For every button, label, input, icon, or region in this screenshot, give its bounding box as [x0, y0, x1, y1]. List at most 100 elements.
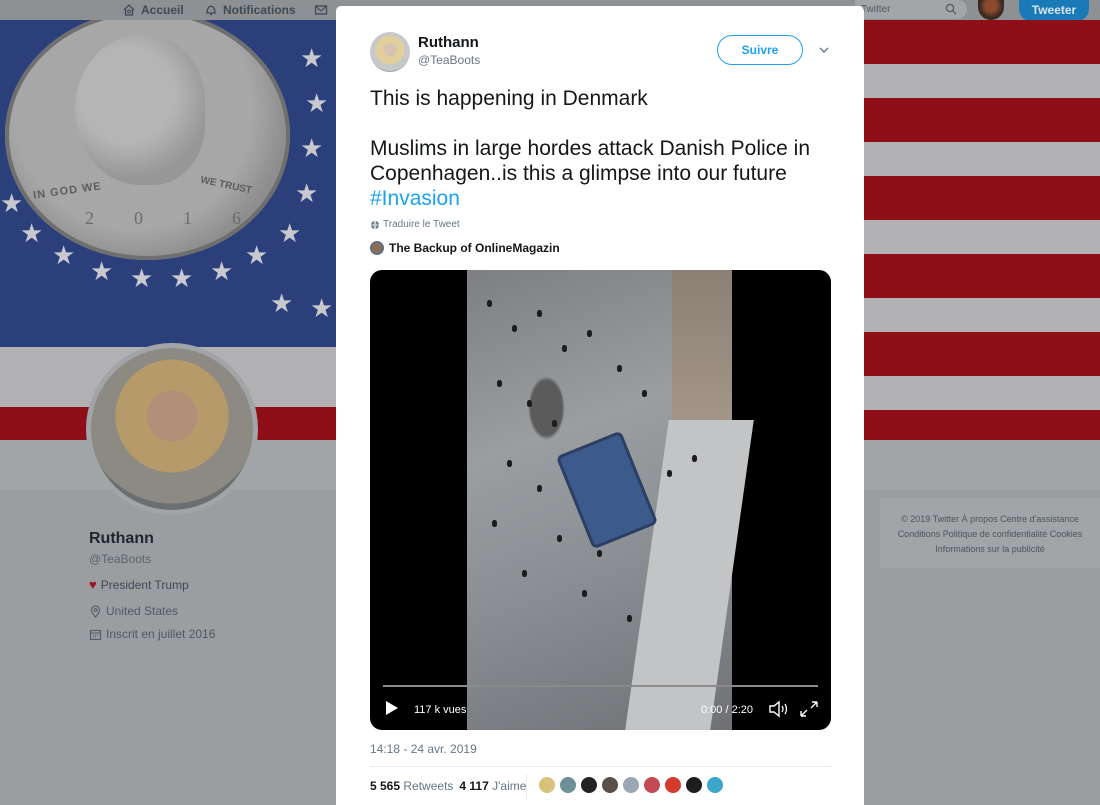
star-icon: ★ — [300, 133, 324, 163]
tweet-author-name[interactable]: Ruthann — [418, 34, 479, 51]
tweet-author-handle[interactable]: @TeaBoots — [418, 53, 480, 67]
nav-notifications[interactable]: Notifications — [204, 1, 296, 19]
star-icon: ★ — [170, 263, 194, 293]
coin-legend-left: IN GOD WE — [32, 180, 103, 202]
likes-label: J'aime — [492, 779, 527, 793]
crowd-figure — [537, 310, 542, 317]
crowd-figure — [582, 590, 587, 597]
calendar-icon — [89, 629, 102, 640]
translate-label: Traduire le Tweet — [383, 219, 460, 230]
liker-avatar[interactable] — [664, 776, 682, 794]
footer-line-1[interactable]: © 2019 Twitter À propos Centre d'assista… — [880, 512, 1100, 527]
crowd-figure — [527, 400, 532, 407]
bell-icon — [206, 5, 216, 16]
star-icon: ★ — [300, 43, 324, 73]
video-views: 117 k vues — [414, 704, 467, 716]
stat-divider — [526, 774, 527, 800]
footer-line-3[interactable]: Informations sur la publicité — [880, 542, 1100, 557]
fullscreen-button[interactable] — [799, 700, 819, 718]
follow-button[interactable]: Suivre — [717, 35, 803, 65]
globe-icon — [371, 220, 379, 230]
source-avatar — [370, 241, 384, 255]
likes-count: 4 117 — [459, 779, 489, 793]
fullscreen-icon — [800, 701, 818, 717]
star-icon: ★ — [245, 240, 269, 270]
tweet-author-avatar[interactable] — [370, 32, 410, 72]
crowd-figure — [587, 330, 592, 337]
profile-location-text: United States — [106, 604, 179, 618]
video-player[interactable]: 117 k vues 0:00 / 2:20 — [370, 270, 831, 730]
video-building — [672, 270, 732, 420]
liker-avatar[interactable] — [685, 776, 703, 794]
crowd-figure — [642, 390, 647, 397]
envelope-icon — [314, 5, 328, 15]
crowd-figure — [692, 455, 697, 462]
retweets-stat[interactable]: 5 565 Retweets — [370, 779, 453, 793]
tweet-text-paragraph-2: Muslims in large hordes attack Danish Po… — [370, 136, 840, 211]
video-frame — [467, 270, 754, 730]
crowd-figure — [522, 570, 527, 577]
crowd-figure — [537, 485, 542, 492]
star-icon: ★ — [90, 256, 114, 286]
crowd-figure — [512, 325, 517, 332]
liker-avatar[interactable] — [559, 776, 577, 794]
hashtag-link[interactable]: #Invasion — [370, 187, 460, 210]
volume-button[interactable] — [768, 700, 790, 718]
tweet-compose-button[interactable]: Tweeter — [1019, 0, 1089, 21]
star-icon: ★ — [0, 188, 24, 218]
liker-avatar[interactable] — [622, 776, 640, 794]
play-button[interactable] — [385, 700, 399, 716]
likes-stat[interactable]: 4 117 J'aime — [459, 779, 526, 793]
liker-avatar[interactable] — [601, 776, 619, 794]
divider — [370, 766, 831, 767]
tweet-date[interactable]: 14:18 - 24 avr. 2019 — [370, 742, 477, 756]
volume-icon — [769, 700, 788, 718]
crowd-figure — [487, 300, 492, 307]
tweet-text-line-2: Muslims in large hordes attack Danish Po… — [370, 137, 811, 185]
search-input[interactable]: Twitter — [855, 0, 967, 19]
tweet-text: This is happening in Denmark Muslims in … — [370, 86, 840, 236]
crowd-figure — [627, 615, 632, 622]
search-icon[interactable] — [945, 3, 957, 15]
liker-avatar[interactable] — [580, 776, 598, 794]
profile-avatar[interactable] — [86, 343, 258, 515]
video-progress-bar[interactable] — [383, 685, 818, 687]
coin-year: 2016 — [85, 208, 281, 228]
star-icon: ★ — [278, 218, 302, 248]
star-icon: ★ — [210, 256, 234, 286]
crowd-figure — [562, 345, 567, 352]
crowd-figure — [597, 550, 602, 557]
crowd-figure — [667, 470, 672, 477]
chevron-down-icon[interactable] — [818, 44, 830, 56]
retweets-count: 5 565 — [370, 779, 401, 793]
translate-tweet-link[interactable]: Traduire le Tweet — [370, 219, 460, 230]
liker-avatar[interactable] — [706, 776, 724, 794]
footer-line-2[interactable]: Conditions Politique de confidentialité … — [880, 527, 1100, 542]
star-icon: ★ — [310, 293, 334, 323]
crowd-figure — [557, 535, 562, 542]
profile-handle[interactable]: @TeaBoots — [89, 552, 151, 566]
video-police-van — [555, 430, 659, 550]
tweet-text-line-1: This is happening in Denmark — [370, 87, 648, 110]
profile-name[interactable]: Ruthann — [89, 530, 154, 548]
profile-bio-text: President Trump — [100, 577, 189, 592]
coin-image: IN GOD WE WE TRUST 2016 — [5, 20, 290, 260]
crowd-figure — [617, 365, 622, 372]
profile-joined-text: Inscrit en juillet 2016 — [106, 627, 216, 641]
location-pin-icon — [90, 604, 101, 618]
coin-portrait — [75, 35, 205, 185]
profile-location: United States — [89, 604, 178, 618]
profile-bio: ♥ President Trump — [89, 577, 189, 592]
heart-icon: ♥ — [89, 577, 97, 592]
star-icon: ★ — [20, 218, 44, 248]
liker-avatar[interactable] — [538, 776, 556, 794]
likers-avatars — [538, 776, 724, 794]
star-icon: ★ — [305, 88, 329, 118]
liker-avatar[interactable] — [643, 776, 661, 794]
nav-avatar[interactable] — [978, 0, 1004, 20]
nav-home[interactable]: Accueil — [122, 1, 184, 19]
crowd-figure — [552, 420, 557, 427]
nav-messages[interactable] — [314, 1, 328, 19]
video-source-attribution[interactable]: The Backup of OnlineMagazin — [370, 241, 560, 255]
nav-home-label: Accueil — [141, 3, 184, 17]
